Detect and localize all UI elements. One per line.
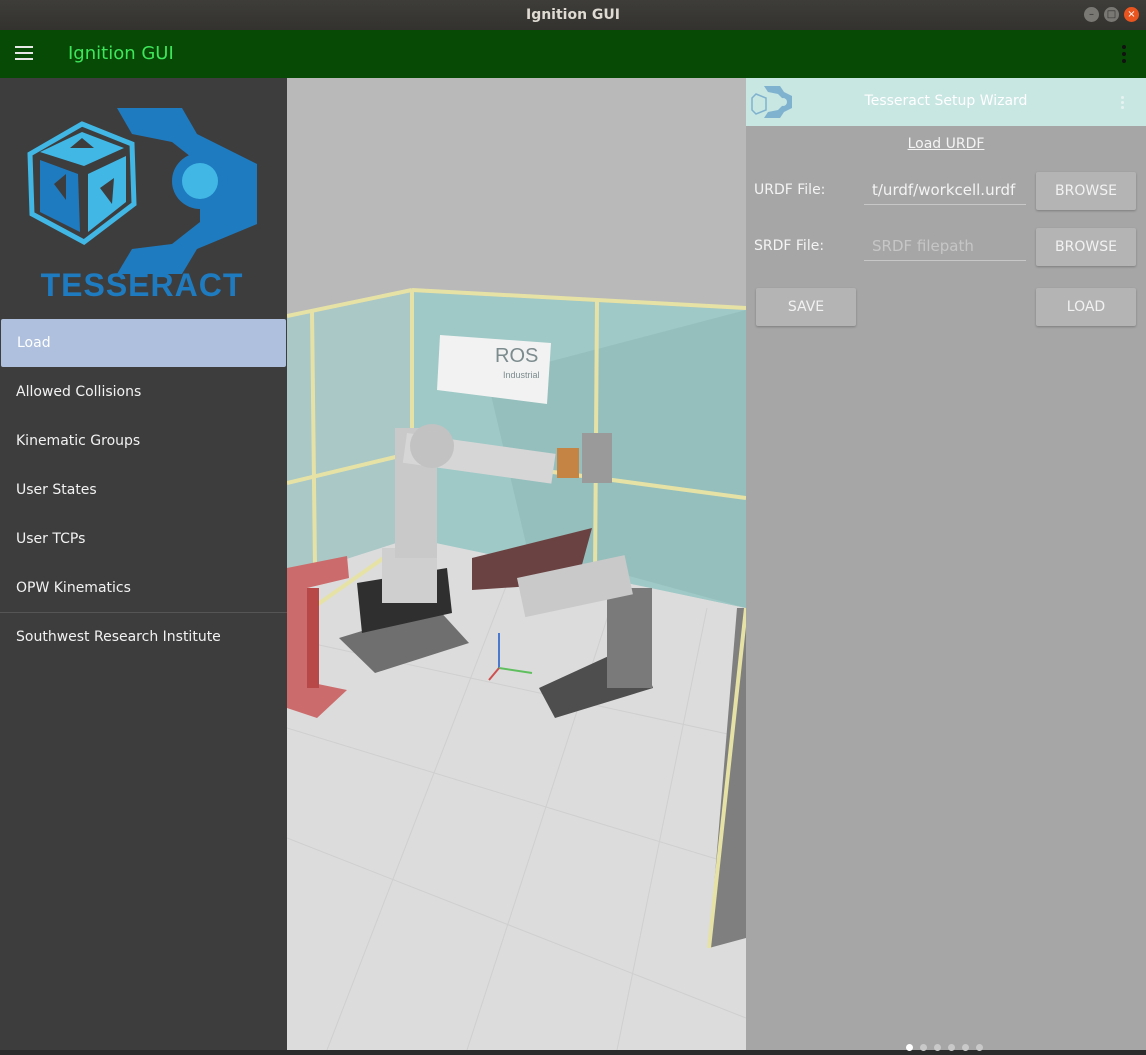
- load-button[interactable]: LOAD: [1036, 288, 1136, 326]
- scene-3d-viewport[interactable]: ROS Industrial: [287, 78, 746, 1050]
- sidebar-item-user-states[interactable]: User States: [0, 466, 287, 514]
- urdf-file-input[interactable]: [864, 175, 1026, 205]
- section-title-load-urdf: Load URDF: [907, 136, 985, 152]
- srdf-file-input[interactable]: [864, 231, 1026, 261]
- setup-wizard-panel: Tesseract Setup Wizard Load URDF URDF Fi…: [746, 78, 1146, 1051]
- sidebar-item-southwest-research-institute[interactable]: Southwest Research Institute: [0, 613, 287, 661]
- poster-industrial-text: Industrial: [503, 370, 540, 380]
- urdf-browse-button[interactable]: BROWSE: [1036, 172, 1136, 210]
- app-title: Ignition GUI: [68, 43, 174, 64]
- wizard-header: Tesseract Setup Wizard: [746, 78, 1146, 126]
- minimize-button[interactable]: –: [1084, 7, 1099, 22]
- sidebar-item-allowed-collisions[interactable]: Allowed Collisions: [0, 368, 287, 416]
- workcell-scene: ROS Industrial: [287, 288, 746, 1050]
- maximize-button[interactable]: □: [1104, 7, 1119, 22]
- hamburger-menu-icon[interactable]: [15, 46, 33, 60]
- overflow-menu-icon[interactable]: [1122, 45, 1126, 66]
- wizard-title: Tesseract Setup Wizard: [864, 93, 1028, 109]
- page-indicator: [906, 1036, 990, 1051]
- side-drawer: TESSERACT Load Allowed Collisions Kinema…: [0, 78, 287, 1050]
- window-titlebar: Ignition GUI – □ ×: [0, 0, 1146, 30]
- srdf-browse-button[interactable]: BROWSE: [1036, 228, 1136, 266]
- srdf-file-label: SRDF File:: [754, 238, 825, 254]
- app-toolbar: Ignition GUI: [0, 30, 1146, 78]
- save-button[interactable]: SAVE: [756, 288, 856, 326]
- window-title: Ignition GUI: [525, 7, 620, 23]
- wizard-overflow-icon[interactable]: [1121, 96, 1124, 111]
- sidebar-item-opw-kinematics[interactable]: OPW Kinematics: [0, 564, 287, 612]
- sidebar-item-user-tcps[interactable]: User TCPs: [0, 515, 287, 563]
- sidebar-item-kinematic-groups[interactable]: Kinematic Groups: [0, 417, 287, 465]
- urdf-file-label: URDF File:: [754, 182, 826, 198]
- sidebar-item-load[interactable]: Load: [1, 319, 286, 367]
- tesseract-logo: TESSERACT: [27, 108, 257, 303]
- close-button[interactable]: ×: [1124, 7, 1139, 22]
- logo-wordmark: TESSERACT: [41, 267, 244, 303]
- poster-ros-text: ROS: [495, 345, 538, 367]
